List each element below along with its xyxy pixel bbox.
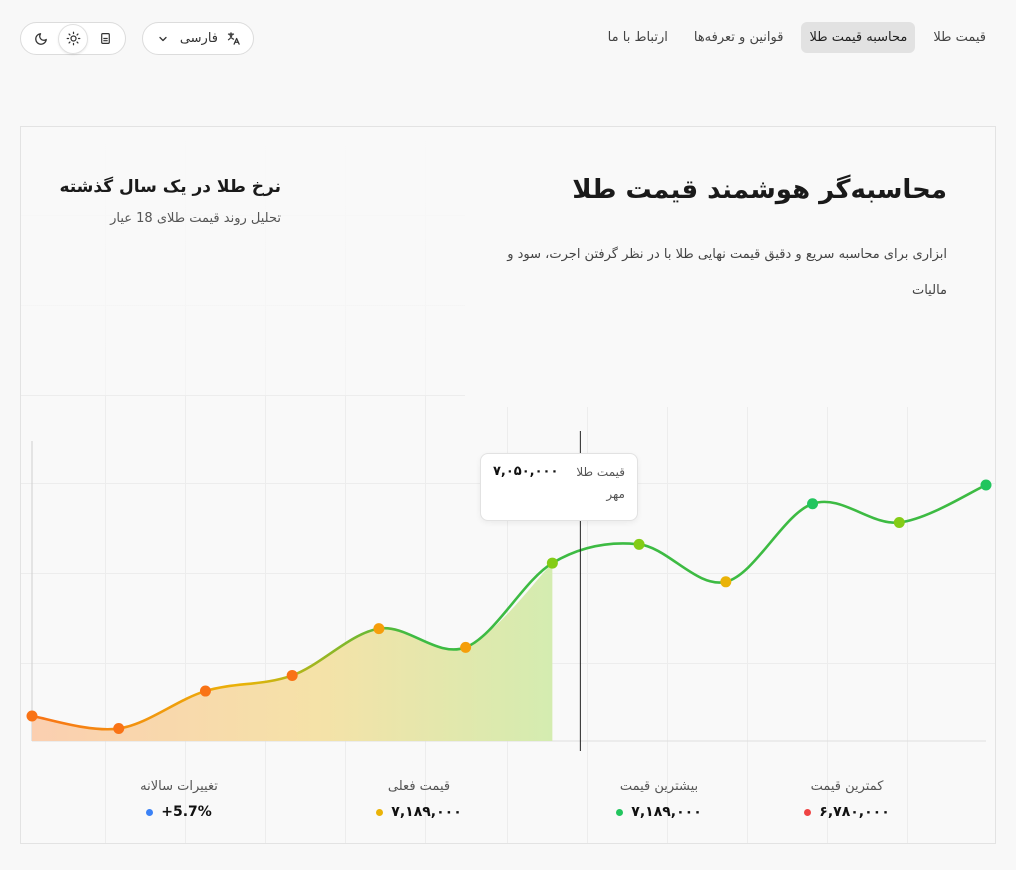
data-point [633, 538, 645, 550]
language-select[interactable]: فارسی [142, 22, 254, 55]
data-point [980, 479, 992, 491]
nav-gold-price[interactable]: قیمت طلا [925, 22, 994, 53]
sun-icon [66, 31, 81, 46]
tooltip-label: قیمت طلا [576, 464, 625, 479]
main-nav: قیمت طلا محاسبه قیمت طلا قوانین و تعرفه‌… [600, 22, 994, 53]
theme-toggle-group [20, 22, 126, 55]
dark-mode-button[interactable] [26, 24, 56, 54]
system-mode-button[interactable] [90, 24, 120, 54]
light-mode-button[interactable] [58, 23, 88, 54]
data-point [373, 623, 385, 635]
data-point [807, 498, 819, 510]
nav-contact[interactable]: ارتباط با ما [600, 22, 676, 53]
data-point [26, 710, 38, 722]
data-point [199, 685, 211, 697]
stat-value: ۷,۱۸۹,۰۰۰ [631, 804, 702, 820]
data-point [286, 669, 298, 681]
stat-max-price: بیشترین قیمت ۷,۱۸۹,۰۰۰ [579, 779, 739, 820]
translate-icon [226, 31, 241, 46]
stat-dot-green [616, 808, 624, 816]
gold-calculator-card: محاسبه‌گر هوشمند قیمت طلا ابزاری برای مح… [20, 126, 996, 844]
stat-min-price: کمترین قیمت ۶,۷۸۰,۰۰۰ [787, 779, 907, 820]
data-point [460, 641, 472, 653]
stat-label: قیمت فعلی [387, 779, 451, 794]
stat-label: بیشترین قیمت [619, 779, 699, 794]
language-label: فارسی [179, 31, 218, 46]
chevron-down-icon [157, 33, 169, 45]
stat-dot-red [804, 808, 812, 816]
nav-rules-tariffs[interactable]: قوانین و تعرفه‌ها [686, 22, 792, 53]
data-point [720, 576, 732, 588]
device-icon [99, 32, 112, 45]
moon-icon [34, 32, 48, 46]
tooltip-value: ۷,۰۵۰,۰۰۰ [493, 464, 559, 479]
stat-value: 5.7%+ [161, 804, 212, 820]
chart-tooltip: قیمت طلا ۷,۰۵۰,۰۰۰ مهر [480, 453, 638, 521]
data-point [113, 723, 125, 735]
stat-dot-blue [146, 808, 154, 816]
data-point [546, 557, 558, 569]
data-point [893, 516, 905, 528]
stat-label: تغییرات سالانه [140, 779, 218, 794]
stat-current-price: قیمت فعلی ۷,۱۸۹,۰۰۰ [339, 779, 499, 820]
stat-dot-yellow [376, 808, 384, 816]
stat-annual-change: تغییرات سالانه 5.7%+ [99, 779, 259, 820]
price-area-fill [32, 563, 553, 741]
stat-value: ۷,۱۸۹,۰۰۰ [391, 804, 462, 820]
stat-value: ۶,۷۸۰,۰۰۰ [819, 804, 890, 820]
tooltip-month: مهر [606, 487, 625, 501]
nav-gold-calculator[interactable]: محاسبه قیمت طلا [801, 22, 916, 53]
stat-label: کمترین قیمت [810, 779, 884, 794]
